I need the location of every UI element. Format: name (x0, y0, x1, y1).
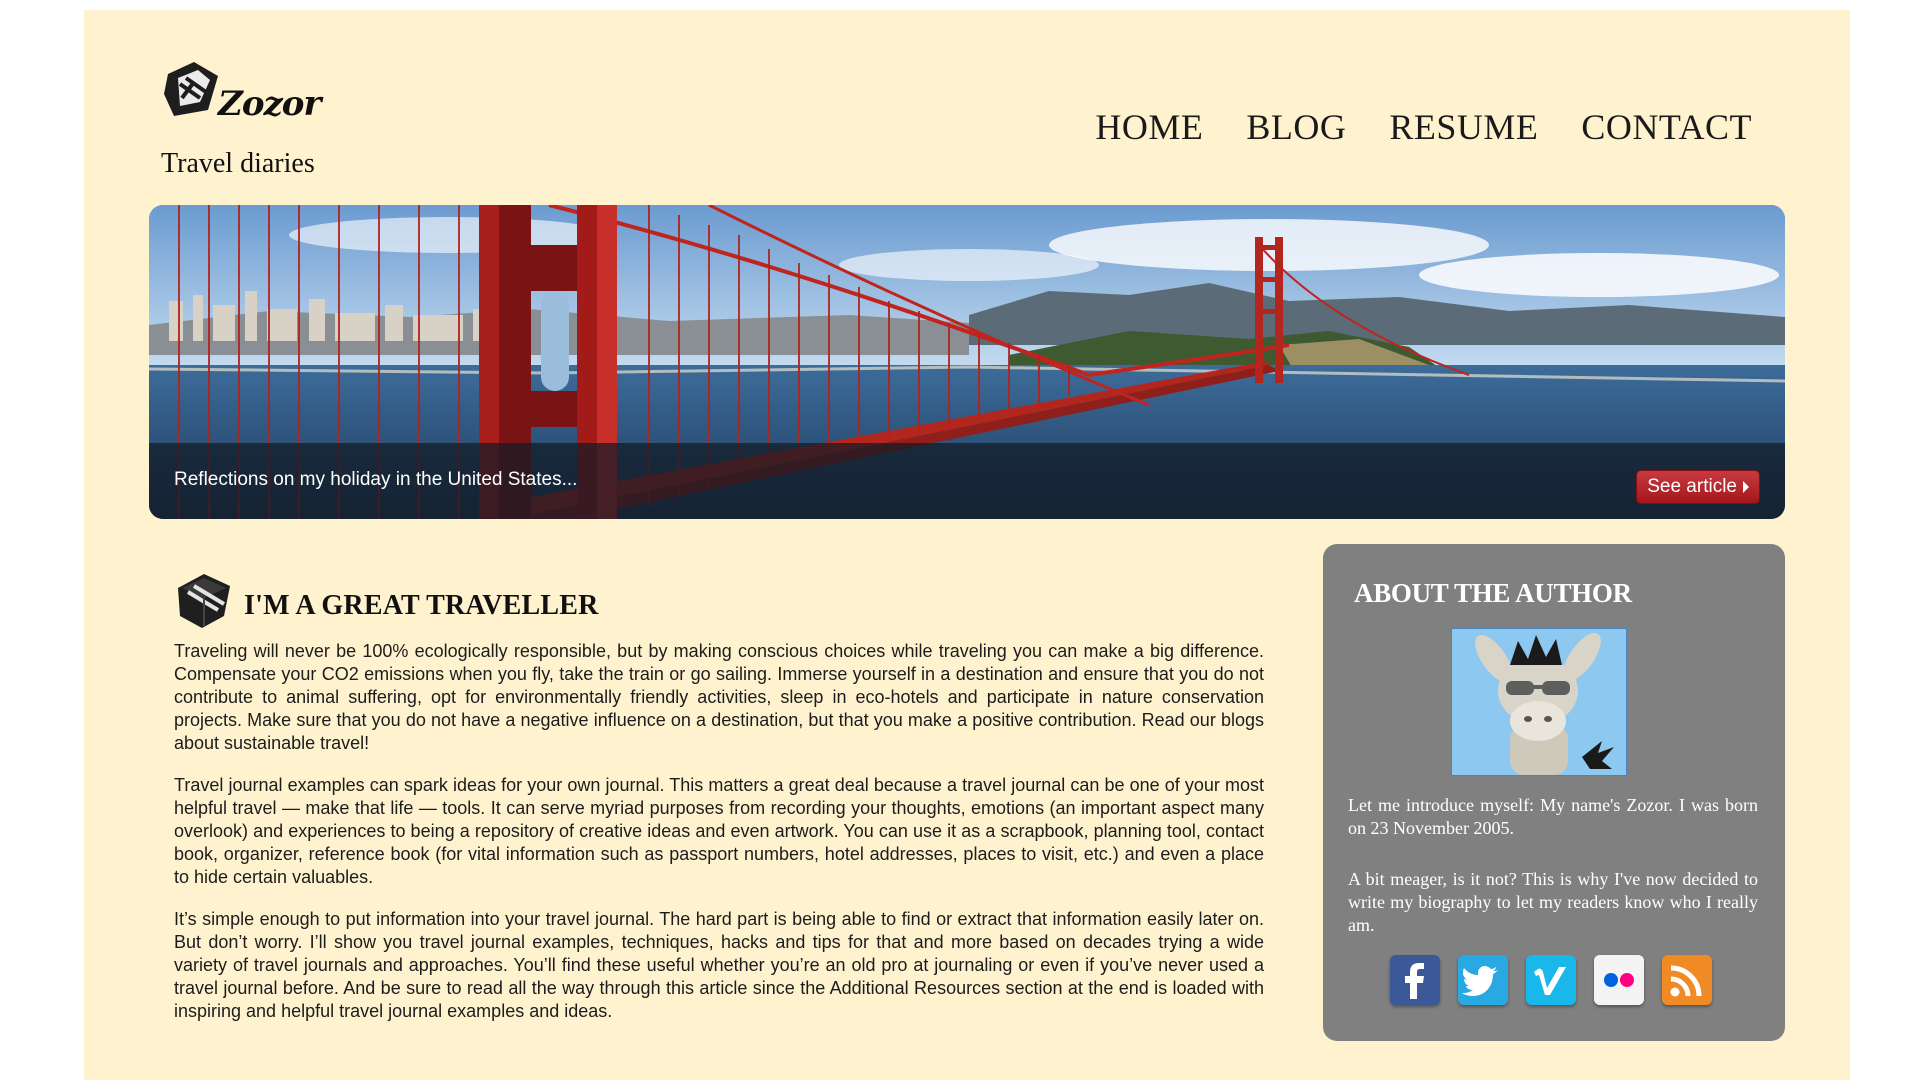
facebook-link[interactable] (1390, 955, 1440, 1005)
see-article-button[interactable]: See article (1636, 470, 1760, 504)
flickr-icon (1594, 955, 1644, 1005)
vimeo-icon (1526, 955, 1576, 1005)
see-article-label: See article (1647, 476, 1737, 497)
site-tagline: Travel diaries (161, 148, 315, 179)
article-paragraph: It’s simple enough to put information in… (174, 909, 1264, 1021)
banner-caption: Reflections on my holiday in the United … (174, 469, 578, 490)
twitter-icon (1458, 955, 1508, 1005)
nav-blog[interactable]: BLOG (1246, 106, 1346, 148)
nav-contact[interactable]: CONTACT (1581, 106, 1752, 148)
flickr-link[interactable] (1594, 955, 1644, 1005)
zozor-donkey-avatar (1451, 628, 1627, 776)
article-paragraph: Traveling will never be 100% ecologicall… (174, 641, 1264, 753)
rss-link[interactable] (1662, 955, 1712, 1005)
tie-icon (178, 574, 230, 628)
logo-wordmark: Zozor (218, 84, 321, 124)
rss-icon (1662, 955, 1712, 1005)
site-logo[interactable]: Zozor (160, 48, 321, 128)
caret-right-icon (1743, 481, 1749, 493)
social-links (1390, 955, 1712, 1005)
main-nav: HOME BLOG RESUME CONTACT (1095, 106, 1752, 148)
vimeo-link[interactable] (1526, 955, 1576, 1005)
main-article: I'M A GREAT TRAVELLER Traveling will nev… (174, 570, 1264, 1042)
facebook-icon (1390, 955, 1440, 1005)
nav-resume[interactable]: RESUME (1389, 106, 1538, 148)
page-container: Zozor Travel diaries HOME BLOG RESUME CO… (84, 10, 1850, 1080)
article-paragraph: Travel journal examples can spark ideas … (174, 775, 1264, 887)
author-bio-paragraph: A bit meager, is it not? This is why I'v… (1348, 869, 1758, 935)
about-author-title: ABOUT THE AUTHOR (1354, 578, 1632, 608)
nav-home[interactable]: HOME (1095, 106, 1203, 148)
banner-caption-bar: Reflections on my holiday in the United … (149, 443, 1785, 519)
hero-banner: Reflections on my holiday in the United … (149, 205, 1785, 519)
article-title: I'M A GREAT TRAVELLER (244, 590, 599, 621)
logo-tie-icon (164, 62, 218, 116)
twitter-link[interactable] (1458, 955, 1508, 1005)
article-header: I'M A GREAT TRAVELLER (174, 570, 1264, 630)
author-bio-paragraph: Let me introduce myself: My name's Zozor… (1348, 795, 1758, 838)
about-author-panel: ABOUT THE AUTHOR Let me introduce myself… (1323, 544, 1785, 1041)
